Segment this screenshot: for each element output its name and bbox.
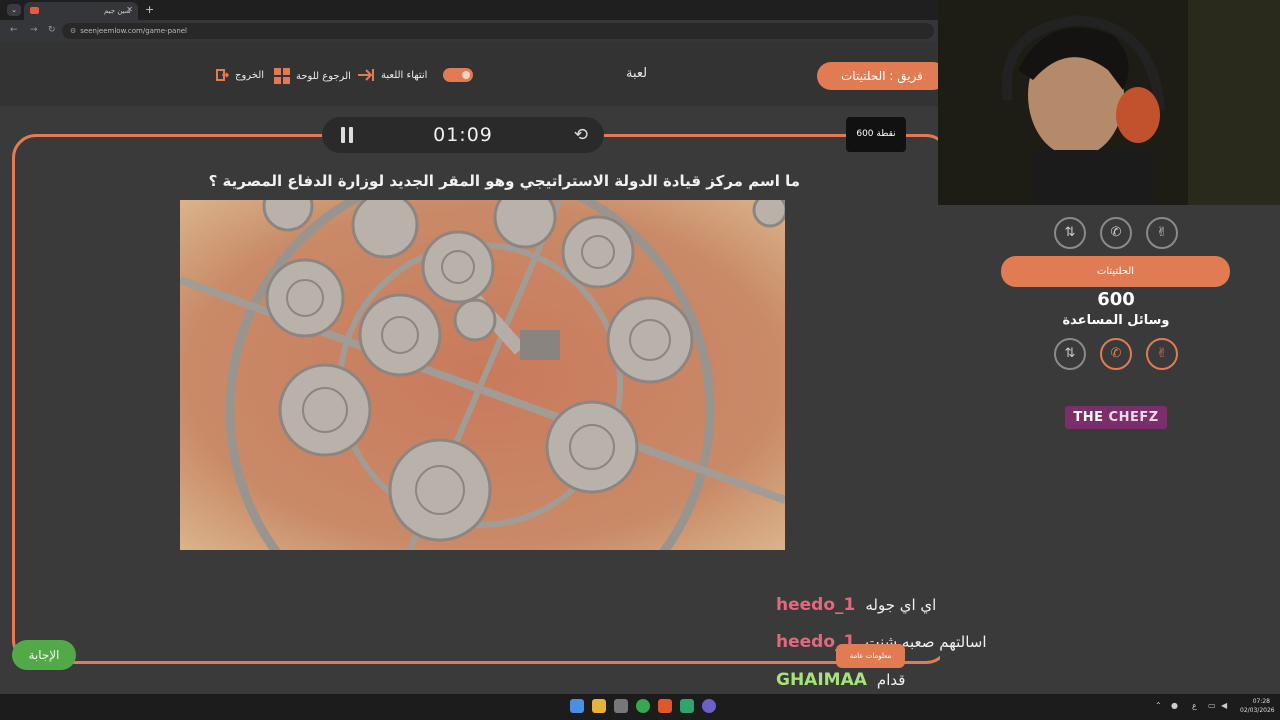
tab-list-button[interactable]: ⌄ <box>7 4 21 16</box>
chat-username: heedo_1 <box>776 595 856 615</box>
exit-label: الخروج <box>235 69 265 81</box>
excel-icon[interactable] <box>680 699 694 713</box>
logo-chefz: CHEFZ <box>1108 410 1159 425</box>
app-icon[interactable] <box>702 699 716 713</box>
site-info-icon[interactable]: ⚙ <box>70 27 76 35</box>
team-turn-pill: فريق : الحلتيتات <box>817 62 947 90</box>
chat-message: GHAIMAA قدام <box>776 670 905 690</box>
settings-toggle[interactable] <box>443 68 473 82</box>
chat-text: اي اي جوله <box>865 596 937 614</box>
streamer-webcam-image <box>938 0 1280 205</box>
chat-text: قدام <box>876 671 906 689</box>
lifeline-two-answers-icon-team1[interactable]: ⇅ <box>1054 217 1086 249</box>
answer-button[interactable]: الإجابة <box>12 640 76 670</box>
back-to-board-button[interactable]: الرجوع للوحة <box>274 68 351 84</box>
end-game-label: انتهاء اللعبة <box>381 69 428 81</box>
clock-date: 02/03/2026 <box>1240 707 1275 714</box>
url-input[interactable]: ⚙ seenjeemlow.com/game-panel <box>62 23 934 39</box>
browser-tab[interactable]: سين جيم ✕ <box>24 2 138 20</box>
network-icon[interactable]: ▭ <box>1208 701 1216 710</box>
site-favicon-icon <box>30 7 39 14</box>
game-header: الخروج الرجوع للوحة انتهاء اللعبة لعبة ف… <box>0 42 947 106</box>
question-points-badge: 600 نقطة <box>846 117 906 152</box>
url-text: seenjeemlow.com/game-panel <box>80 27 188 35</box>
lifeline-two-answers-icon-team2[interactable]: ⇅ <box>1054 338 1086 370</box>
question-image <box>180 200 785 550</box>
volume-icon[interactable]: ◀ <box>1221 701 1227 710</box>
lifeline-call-icon-team1[interactable]: ✆ <box>1100 217 1132 249</box>
file-explorer-icon[interactable] <box>592 699 606 713</box>
chat-username: GHAIMAA <box>776 670 867 690</box>
reload-icon[interactable]: ↻ <box>48 25 56 35</box>
calculator-icon[interactable] <box>614 699 628 713</box>
back-arrow-icon[interactable]: ← <box>10 25 18 35</box>
end-game-arrow-icon <box>358 69 374 81</box>
forward-arrow-icon[interactable]: → <box>30 25 38 35</box>
team-name-bar: الحلتيتات <box>1001 256 1230 287</box>
toggle-switch-icon <box>443 68 473 82</box>
webcam-overlay <box>938 0 1280 205</box>
language-indicator[interactable]: ع <box>1192 701 1197 710</box>
aerial-octagon-image <box>180 200 785 550</box>
exit-icon <box>216 69 229 81</box>
aids-label: وسائل المساعدة <box>1062 313 1170 328</box>
board-grid-icon <box>274 68 290 84</box>
timer-value: 01:09 <box>433 124 493 146</box>
lifeline-peace-icon-team2[interactable]: ✌ <box>1146 338 1178 370</box>
end-game-button[interactable]: انتهاء اللعبة <box>357 68 427 82</box>
lifeline-call-icon-team2[interactable]: ✆ <box>1100 338 1132 370</box>
game-title: لعبة <box>626 66 648 81</box>
brave-icon[interactable] <box>658 699 672 713</box>
system-clock[interactable]: 07:28 02/03/2026 <box>1240 697 1275 715</box>
windows-taskbar: ⌃ ● ع ▭ ◀ 07:28 02/03/2026 <box>0 694 1280 720</box>
clock-time: 07:28 <box>1252 698 1270 705</box>
chat-message: heedo_1 اي اي جوله <box>776 595 936 615</box>
lifeline-peace-icon-team1[interactable]: ✌ <box>1146 217 1178 249</box>
sponsor-logo: THE CHEFZ <box>1065 406 1167 429</box>
category-tag: معلومات عامة <box>836 644 905 668</box>
back-to-board-label: الرجوع للوحة <box>296 70 351 82</box>
address-bar-row: ← → ↻ ⚙ seenjeemlow.com/game-panel <box>0 20 940 42</box>
timer-bar: 01:09 ⟲ <box>322 117 604 153</box>
logo-the: THE <box>1073 410 1104 425</box>
tray-chevron-icon[interactable]: ⌃ <box>1155 701 1162 710</box>
reset-timer-icon[interactable]: ⟲ <box>574 125 588 145</box>
new-tab-button[interactable]: + <box>145 3 154 16</box>
team-score: 600 <box>1097 289 1135 310</box>
browser-tab-bar: ⌄ سين جيم ✕ + <box>0 0 940 20</box>
microphone-icon[interactable]: ● <box>1171 701 1178 710</box>
chrome-icon[interactable] <box>636 699 650 713</box>
exit-button[interactable]: الخروج <box>215 68 264 82</box>
close-tab-icon[interactable]: ✕ <box>126 5 133 14</box>
start-menu-icon[interactable] <box>570 699 584 713</box>
question-text: ما اسم مركز قيادة الدولة الاستراتيجي وهو… <box>208 172 800 190</box>
